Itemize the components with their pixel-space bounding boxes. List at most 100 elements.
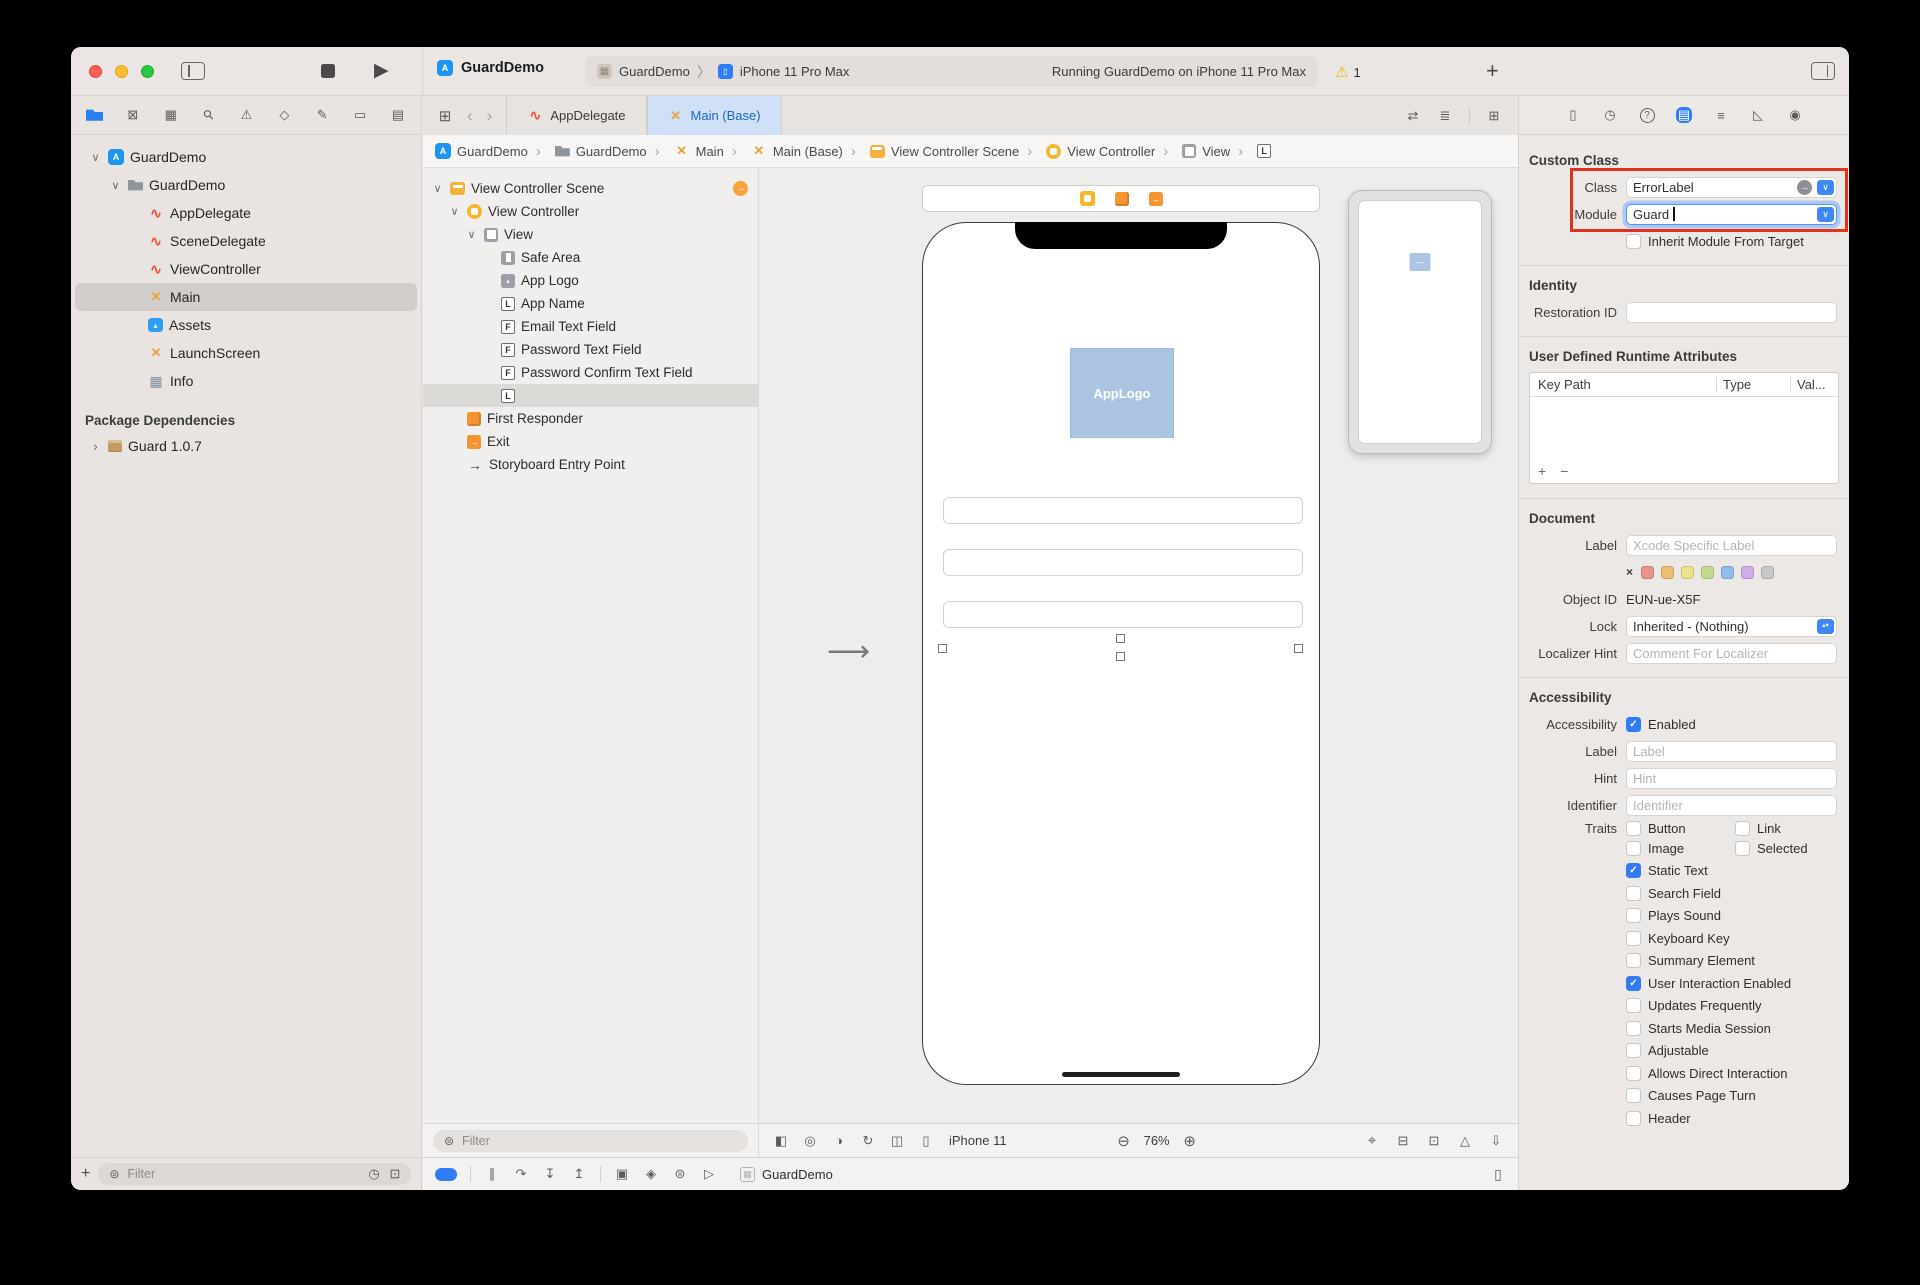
disclosure-chevron[interactable]: [89, 151, 102, 164]
outline-filter-field[interactable]: Filter: [433, 1130, 748, 1152]
module-field[interactable]: Guard ∨: [1626, 204, 1837, 225]
document-label-field[interactable]: Xcode Specific Label: [1626, 535, 1837, 556]
checkbox[interactable]: [1735, 821, 1750, 836]
attributes-icon[interactable]: [1713, 107, 1729, 123]
class-dropdown-icon[interactable]: ∨: [1817, 180, 1834, 195]
update-frames-icon[interactable]: [1488, 1133, 1504, 1149]
embed-icon[interactable]: [1395, 1133, 1411, 1149]
swap-editor-icon[interactable]: [1405, 108, 1421, 124]
trait-checkbox-row[interactable]: Link: [1735, 821, 1837, 836]
checkbox[interactable]: [1626, 821, 1641, 836]
editor-tab[interactable]: AppDelegate: [506, 96, 646, 135]
disclosure-chevron[interactable]: [465, 228, 478, 241]
add-attribute-button[interactable]: +: [1538, 463, 1546, 479]
trait-checkbox-row[interactable]: User Interaction Enabled: [1626, 976, 1837, 991]
project-icon[interactable]: [86, 108, 103, 123]
checkbox[interactable]: [1626, 976, 1641, 991]
trait-checkbox-row[interactable]: Image: [1626, 841, 1731, 856]
trait-checkbox-row[interactable]: Allows Direct Interaction: [1626, 1066, 1837, 1081]
checkbox[interactable]: [1626, 717, 1641, 732]
accessibility-enabled-checkbox[interactable]: Enabled: [1626, 717, 1696, 732]
selection-handle-bottom[interactable]: [1116, 652, 1125, 661]
symbols-icon[interactable]: [163, 107, 179, 123]
trait-checkbox-row[interactable]: Plays Sound: [1626, 908, 1837, 923]
accessibility-icon[interactable]: [802, 1133, 818, 1149]
selection-handle-left[interactable]: [938, 644, 947, 653]
checkbox[interactable]: [1626, 1021, 1641, 1036]
stop-button[interactable]: [321, 64, 335, 78]
device-bezels-icon[interactable]: [1490, 1166, 1506, 1182]
checkbox[interactable]: [1626, 1066, 1641, 1081]
checkbox[interactable]: [1626, 1111, 1641, 1126]
history-icon[interactable]: [1602, 107, 1618, 123]
checkbox[interactable]: [1626, 1043, 1641, 1058]
acc-label-field[interactable]: Label: [1626, 741, 1837, 762]
exit-icon[interactable]: [1149, 192, 1163, 206]
editor-options-icon[interactable]: [1437, 108, 1453, 124]
breadcrumb-item[interactable]: GuardDemo: [528, 143, 647, 160]
inspector-toggle-icon[interactable]: [1811, 62, 1835, 80]
environment-icon[interactable]: [672, 1166, 688, 1182]
trait-checkbox-row[interactable]: Keyboard Key: [1626, 931, 1837, 946]
breadcrumb-item[interactable]: View Controller Scene: [843, 143, 1019, 160]
size-icon[interactable]: [1750, 107, 1766, 123]
memory-graph-icon[interactable]: [643, 1166, 659, 1182]
focus-icon[interactable]: [1364, 1133, 1380, 1149]
lock-dropdown[interactable]: Inherited - (Nothing) ▴▾: [1626, 616, 1837, 637]
email-text-field[interactable]: [943, 497, 1303, 524]
outline-row[interactable]: Email Text Field: [423, 315, 758, 338]
inherit-module-checkbox-row[interactable]: Inherit Module From Target: [1626, 234, 1804, 249]
scheme-and-status-pill[interactable]: GuardDemo 〉 iPhone 11 Pro Max Running Gu…: [585, 56, 1318, 87]
checkbox[interactable]: [1626, 998, 1641, 1013]
minimize-button[interactable]: [115, 65, 128, 78]
outline-row[interactable]: [423, 384, 758, 407]
disclosure-chevron[interactable]: [448, 205, 461, 218]
runtime-attributes-table[interactable]: Key Path Type Val... + −: [1529, 372, 1839, 484]
trait-checkbox-row[interactable]: Header: [1626, 1111, 1837, 1126]
appearance-icon[interactable]: [831, 1133, 847, 1149]
color-swatch[interactable]: [1641, 566, 1654, 579]
outline-row[interactable]: App Name: [423, 292, 758, 315]
fullscreen-button[interactable]: [141, 65, 154, 78]
navigator-row[interactable]: Main: [75, 283, 417, 311]
tests-icon[interactable]: [276, 107, 292, 123]
rotate-icon[interactable]: [860, 1133, 876, 1149]
trait-checkbox-row[interactable]: Selected: [1735, 841, 1837, 856]
checkbox[interactable]: [1626, 234, 1641, 249]
add-editor-icon[interactable]: [1486, 108, 1502, 124]
checkbox[interactable]: [1626, 863, 1641, 878]
navigator-row[interactable]: AppDelegate: [75, 199, 417, 227]
zoom-in-icon[interactable]: [1182, 1133, 1198, 1149]
issues-icon[interactable]: [239, 107, 255, 123]
help-icon[interactable]: [1639, 107, 1655, 123]
outline-row[interactable]: Password Text Field: [423, 338, 758, 361]
color-swatch[interactable]: [1681, 566, 1694, 579]
breakpoints-icon[interactable]: [352, 107, 368, 123]
jump-to-class-icon[interactable]: →: [1797, 180, 1812, 195]
breadcrumb-item[interactable]: Main (Base): [724, 143, 843, 160]
breadcrumb-item[interactable]: [1230, 143, 1277, 160]
trait-checkbox-row[interactable]: Starts Media Session: [1626, 1021, 1837, 1036]
color-swatch[interactable]: [1761, 566, 1774, 579]
scheme-app-name[interactable]: GuardDemo: [619, 64, 690, 79]
navigator-row[interactable]: SceneDelegate: [75, 227, 417, 255]
acc-hint-field[interactable]: Hint: [1626, 768, 1837, 789]
trait-checkbox-row[interactable]: Button: [1626, 821, 1731, 836]
checkbox[interactable]: [1626, 931, 1641, 946]
outline-row[interactable]: Password Confirm Text Field: [423, 361, 758, 384]
editor-tab[interactable]: Main (Base): [647, 96, 782, 135]
checkbox[interactable]: [1735, 841, 1750, 856]
trait-checkbox-row[interactable]: Static Text: [1626, 863, 1837, 878]
navigator-row[interactable]: LaunchScreen: [75, 339, 417, 367]
connections-icon[interactable]: [1787, 107, 1803, 123]
device-preview-thumbnail[interactable]: —: [1348, 190, 1492, 454]
debug-icon[interactable]: [314, 107, 330, 123]
identity-icon[interactable]: [1676, 107, 1692, 123]
back-icon[interactable]: ‹: [467, 106, 473, 126]
close-button[interactable]: [89, 65, 102, 78]
localizer-hint-field[interactable]: Comment For Localizer: [1626, 643, 1837, 664]
disclosure-chevron[interactable]: [89, 438, 102, 454]
trait-checkbox-row[interactable]: Causes Page Turn: [1626, 1088, 1837, 1103]
outline-row[interactable]: View Controller Scene: [423, 177, 758, 200]
first-responder-icon[interactable]: [1115, 192, 1129, 206]
